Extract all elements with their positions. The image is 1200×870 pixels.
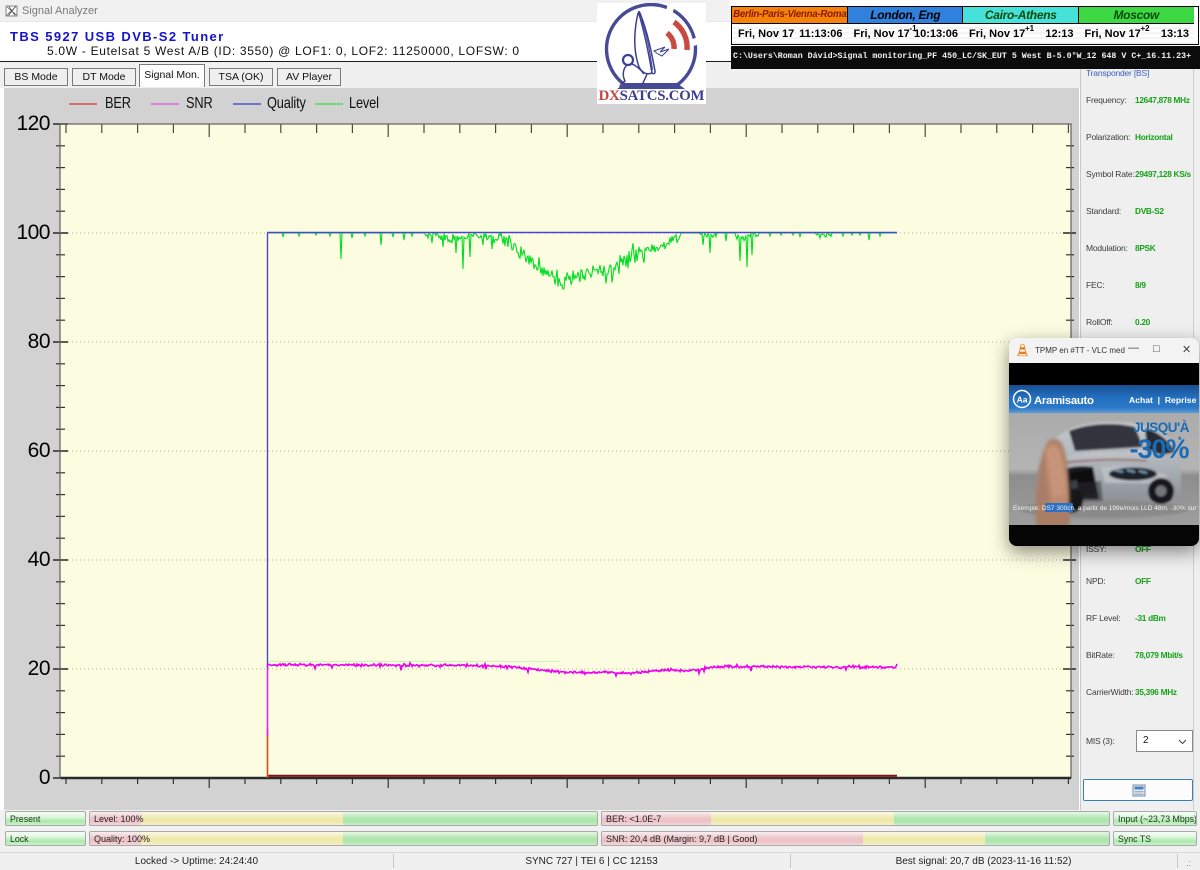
svg-text:Aramisauto: Aramisauto xyxy=(1034,395,1094,407)
svg-text:Aa: Aa xyxy=(1017,395,1028,405)
svg-text:Exemple: DS7 300ch, a partir d: Exemple: DS7 300ch, a partir de 199e/moi… xyxy=(1013,505,1199,512)
svg-text:*: * xyxy=(1178,435,1182,445)
svg-text:DXSATCS.COM: DXSATCS.COM xyxy=(599,88,705,104)
svg-text:Achat | Reprise: Achat | Reprise xyxy=(1129,395,1197,405)
svg-text:JUSQU'À: JUSQU'À xyxy=(1133,420,1190,435)
